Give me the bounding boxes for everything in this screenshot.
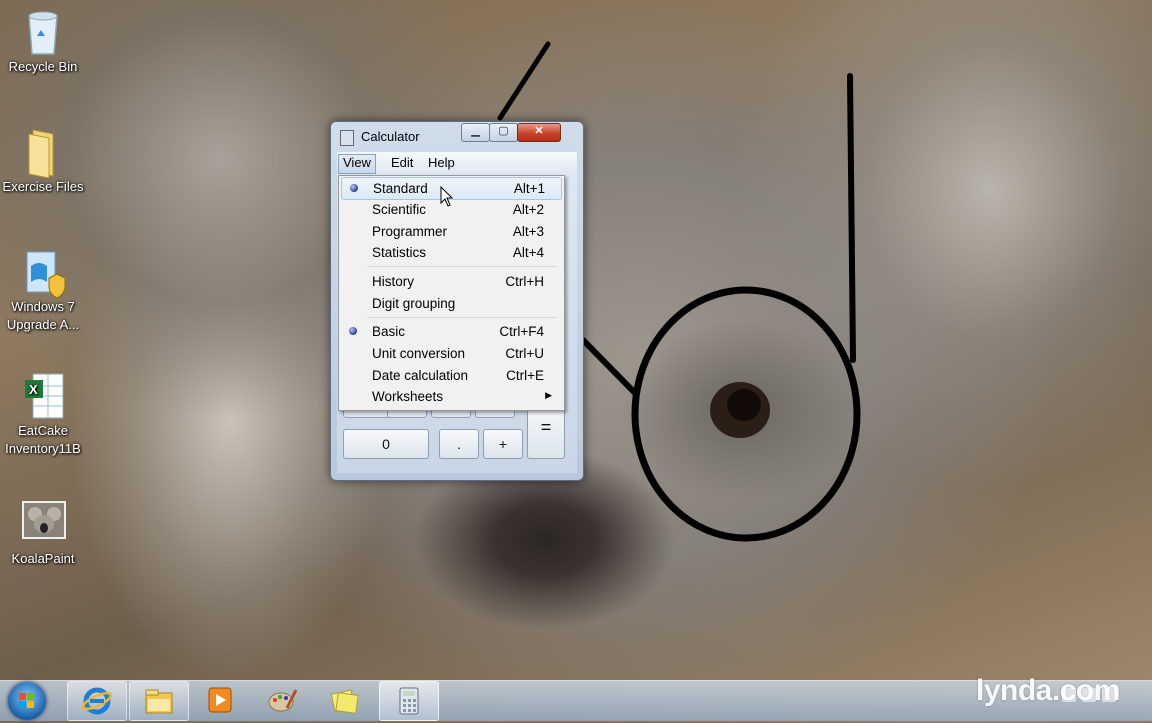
excel-file-icon: X <box>21 372 65 419</box>
desktop-icon-label: KoalaPaint <box>11 551 75 566</box>
key-decimal[interactable]: . <box>439 429 479 459</box>
volume-icon[interactable] <box>1102 688 1116 702</box>
radio-bullet-icon <box>349 327 357 335</box>
taskbar-sticky-notes[interactable] <box>315 681 373 719</box>
view-menu-dropdown: Standard Alt+1 Scientific Alt+2 Programm… <box>338 175 565 411</box>
maximize-button[interactable]: ▢ <box>489 123 518 142</box>
minimize-button[interactable]: ▁ <box>461 123 490 142</box>
close-icon: ✕ <box>534 125 544 137</box>
menu-item-label: Digit grouping <box>372 296 456 311</box>
desktop-icon-koalapaint[interactable]: KoalaPaint <box>0 500 86 568</box>
taskbar-internet-explorer[interactable] <box>67 681 127 721</box>
taskbar-calculator[interactable] <box>379 681 439 721</box>
taskbar-media-player[interactable] <box>191 681 249 719</box>
menu-item-date-calculation[interactable]: Date calculation Ctrl+E <box>341 365 560 386</box>
title-bar[interactable]: Calculator ▁ ▢ ✕ <box>331 122 583 150</box>
menu-view[interactable]: View <box>338 154 376 174</box>
windows-explorer-icon <box>145 689 173 714</box>
menu-item-label: Programmer <box>372 224 448 239</box>
media-player-icon <box>208 687 232 713</box>
window-title: Calculator <box>361 129 420 144</box>
taskbar-windows-explorer[interactable] <box>129 681 189 721</box>
menu-separator <box>367 266 557 267</box>
menu-item-label: Date calculation <box>372 368 469 383</box>
desktop-icon-exercise-files[interactable]: Exercise Files <box>0 128 86 196</box>
menu-item-label: Standard <box>373 181 428 196</box>
menu-item-shortcut: Ctrl+H <box>505 274 544 289</box>
folder-icon <box>21 128 65 179</box>
desktop-icon-label: Recycle Bin <box>8 59 78 74</box>
menu-item-shortcut: Alt+3 <box>512 224 544 239</box>
menu-item-label: Worksheets <box>372 389 444 404</box>
desktop-icon-label-line2: Upgrade A... <box>6 317 80 332</box>
start-orb-icon[interactable] <box>8 682 46 720</box>
menu-item-shortcut: Ctrl+U <box>505 346 544 361</box>
menu-help[interactable]: Help <box>424 154 459 172</box>
desktop-icon-eatcake-inventory[interactable]: X EatCake Inventory11B <box>0 372 86 458</box>
desktop-icon-label-line2: Inventory11B <box>5 441 81 456</box>
action-center-icon[interactable] <box>1082 688 1096 702</box>
mouse-pointer-icon <box>440 186 454 207</box>
submenu-arrow-icon: ▶ <box>545 390 552 400</box>
menu-item-label: Statistics <box>372 245 427 260</box>
close-button[interactable]: ✕ <box>517 123 561 142</box>
menu-item-shortcut: Alt+2 <box>512 202 544 217</box>
key-0[interactable]: 0 <box>343 429 429 459</box>
menu-item-shortcut: Ctrl+E <box>506 368 544 383</box>
radio-bullet-icon <box>350 184 358 192</box>
desktop-icon-recycle-bin[interactable]: Recycle Bin <box>0 8 86 76</box>
sticky-notes-icon <box>330 689 359 714</box>
recycle-bin-icon <box>21 8 65 55</box>
internet-explorer-icon <box>82 687 112 715</box>
koala-image-icon <box>21 500 66 546</box>
desktop-icon-label: Exercise Files <box>2 179 84 194</box>
desktop-icon-label-line1: Windows 7 <box>11 299 75 314</box>
menu-item-label: History <box>372 274 415 289</box>
calculator-app-icon[interactable] <box>340 130 354 146</box>
windows-upgrade-icon <box>21 248 66 299</box>
paint-icon <box>268 689 297 712</box>
menu-bar: View Edit Help <box>337 152 577 174</box>
menu-item-worksheets[interactable]: Worksheets ▶ <box>341 386 560 407</box>
menu-item-label: Scientific <box>372 202 427 217</box>
svg-text:X: X <box>29 382 38 397</box>
network-icon[interactable] <box>1062 688 1076 702</box>
menu-edit[interactable]: Edit <box>387 154 417 172</box>
menu-item-shortcut: Alt+4 <box>512 245 544 260</box>
menu-item-label: Unit conversion <box>372 346 466 361</box>
taskbar-paint[interactable] <box>253 681 311 719</box>
menu-item-basic[interactable]: Basic Ctrl+F4 <box>341 321 560 342</box>
menu-item-label: Basic <box>372 324 406 339</box>
desktop-icon-label-line1: EatCake <box>18 423 68 438</box>
minimize-icon: ▁ <box>471 125 480 137</box>
menu-item-shortcut: Alt+1 <box>513 181 545 196</box>
menu-item-shortcut: Ctrl+F4 <box>499 324 544 339</box>
menu-item-unit-conversion[interactable]: Unit conversion Ctrl+U <box>341 343 560 364</box>
system-tray <box>1062 688 1142 708</box>
menu-item-digit-grouping[interactable]: Digit grouping <box>341 293 560 314</box>
key-plus[interactable]: + <box>483 429 523 459</box>
maximize-icon: ▢ <box>498 125 509 137</box>
menu-separator <box>367 317 557 318</box>
menu-item-programmer[interactable]: Programmer Alt+3 <box>341 221 560 242</box>
desktop-icon-windows-upgrade[interactable]: Windows 7 Upgrade A... <box>0 248 86 334</box>
menu-item-history[interactable]: History Ctrl+H <box>341 271 560 292</box>
menu-item-statistics[interactable]: Statistics Alt+4 <box>341 242 560 263</box>
calculator-icon <box>399 687 419 715</box>
